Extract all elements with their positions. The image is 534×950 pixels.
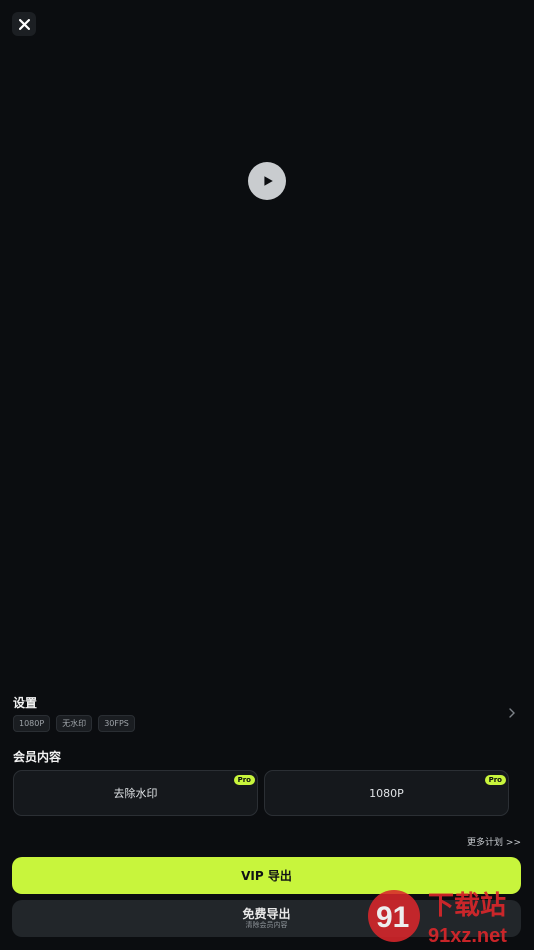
watermark-text-top: 下载站 [428, 891, 506, 921]
member-content-title: 会员内容 [13, 750, 62, 764]
free-export-sublabel: 清除会员内容 [245, 921, 288, 929]
svg-text:91: 91 [376, 901, 409, 934]
chip-fps: 30FPS [98, 715, 135, 732]
card-label: 1080P [369, 786, 404, 800]
card-label: 去除水印 [113, 787, 158, 800]
play-icon [264, 176, 273, 186]
pro-badge: Pro [233, 775, 255, 785]
close-button[interactable] [12, 12, 36, 36]
resolution-1080p-card[interactable]: 1080P Pro [264, 770, 509, 816]
more-plans-link[interactable]: 更多计划 >> [467, 835, 521, 848]
free-export-label: 免费导出 [242, 907, 291, 921]
pro-badge: Pro [484, 775, 506, 785]
watermark-text-bottom: 91xz.net [428, 925, 507, 947]
play-button[interactable] [248, 162, 286, 200]
close-icon [18, 18, 30, 30]
chip-resolution: 1080P [13, 715, 51, 732]
settings-chips[interactable]: 1080P 无水印 30FPS [13, 715, 135, 732]
chevron-right-icon[interactable] [507, 706, 517, 720]
settings-title: 设置 [13, 696, 38, 710]
chip-watermark: 无水印 [56, 715, 93, 732]
remove-watermark-card[interactable]: 去除水印 Pro [13, 770, 258, 816]
site-watermark-logo: 91 下载站 91xz.net [368, 890, 507, 947]
